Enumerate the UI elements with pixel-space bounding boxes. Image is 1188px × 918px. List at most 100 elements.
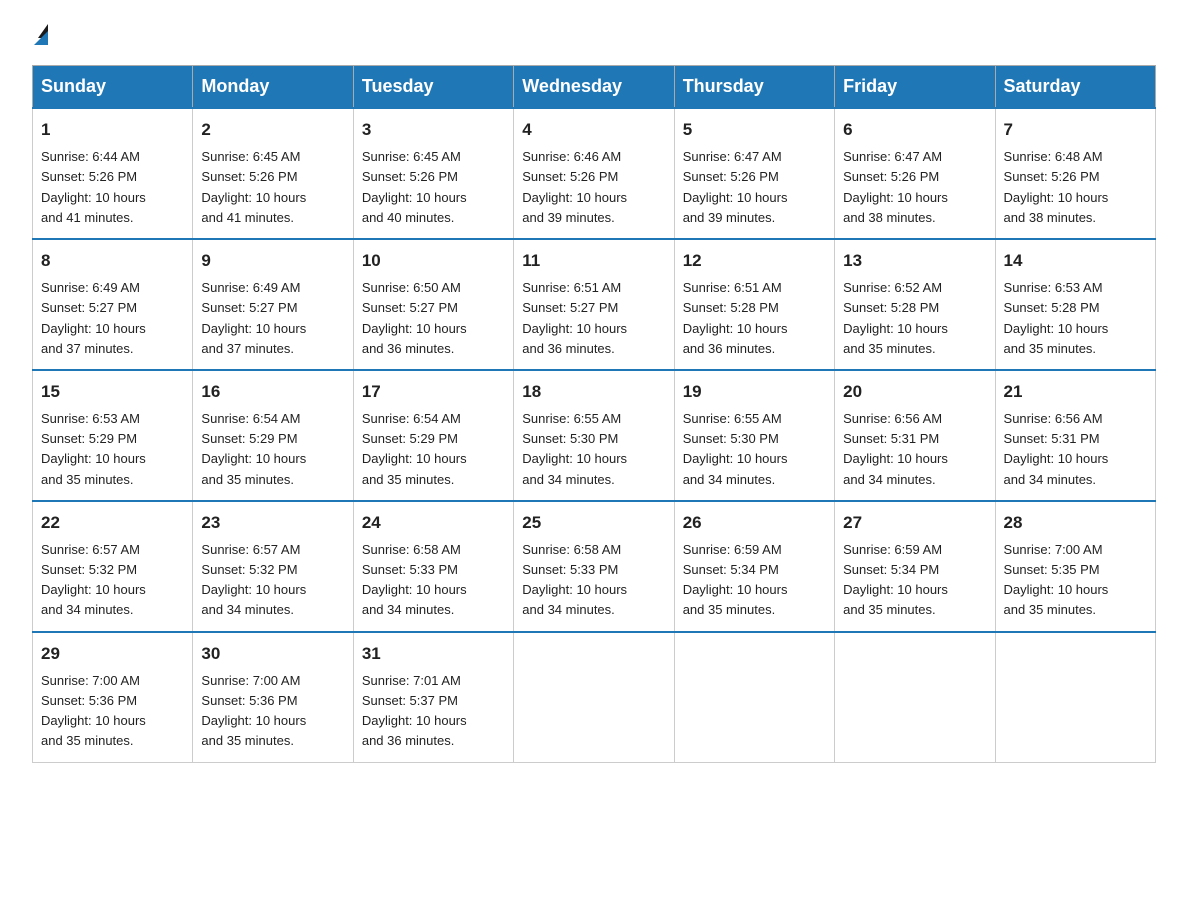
calendar-cell: 12 Sunrise: 6:51 AMSunset: 5:28 PMDayligh… (674, 239, 834, 370)
day-number: 30 (201, 641, 344, 667)
calendar-cell: 24Sunrise: 6:58 AMSunset: 5:33 PMDayligh… (353, 501, 513, 632)
calendar-cell: 31 Sunrise: 7:01 AMSunset: 5:37 PMDayligh… (353, 632, 513, 762)
calendar-header: SundayMondayTuesdayWednesdayThursdayFrid… (33, 66, 1156, 109)
week-row-2: 8 Sunrise: 6:49 AMSunset: 5:27 PMDaylight… (33, 239, 1156, 370)
day-info: Sunrise: 7:00 AMSunset: 5:35 PMDaylight:… (1004, 540, 1147, 621)
calendar-cell: 14 Sunrise: 6:53 AMSunset: 5:28 PMDayligh… (995, 239, 1155, 370)
day-number: 20 (843, 379, 986, 405)
calendar-cell: 28 Sunrise: 7:00 AMSunset: 5:35 PMDayligh… (995, 501, 1155, 632)
calendar-cell: 6 Sunrise: 6:47 AMSunset: 5:26 PMDaylight… (835, 108, 995, 239)
calendar-cell (514, 632, 674, 762)
day-info: Sunrise: 6:49 AMSunset: 5:27 PMDaylight:… (201, 278, 344, 359)
page-header (32, 24, 1156, 45)
calendar-cell: 11Sunrise: 6:51 AMSunset: 5:27 PMDayligh… (514, 239, 674, 370)
day-info: Sunrise: 6:53 AMSunset: 5:29 PMDaylight:… (41, 409, 184, 490)
day-number: 13 (843, 248, 986, 274)
calendar-cell: 2Sunrise: 6:45 AMSunset: 5:26 PMDaylight… (193, 108, 353, 239)
calendar-cell (995, 632, 1155, 762)
calendar-cell: 16 Sunrise: 6:54 AMSunset: 5:29 PMDayligh… (193, 370, 353, 501)
day-number: 15 (41, 379, 184, 405)
header-monday: Monday (193, 66, 353, 109)
day-number: 9 (201, 248, 344, 274)
day-info: Sunrise: 6:49 AMSunset: 5:27 PMDaylight:… (41, 278, 184, 359)
day-number: 7 (1004, 117, 1147, 143)
header-saturday: Saturday (995, 66, 1155, 109)
day-info: Sunrise: 6:58 AMSunset: 5:33 PMDaylight:… (362, 540, 505, 621)
day-info: Sunrise: 6:52 AMSunset: 5:28 PMDaylight:… (843, 278, 986, 359)
calendar-cell: 19 Sunrise: 6:55 AMSunset: 5:30 PMDayligh… (674, 370, 834, 501)
day-info: Sunrise: 6:51 AMSunset: 5:28 PMDaylight:… (683, 278, 826, 359)
day-info: Sunrise: 7:00 AMSunset: 5:36 PMDaylight:… (41, 671, 184, 752)
week-row-4: 22Sunrise: 6:57 AMSunset: 5:32 PMDayligh… (33, 501, 1156, 632)
day-number: 28 (1004, 510, 1147, 536)
calendar-cell: 25 Sunrise: 6:58 AMSunset: 5:33 PMDayligh… (514, 501, 674, 632)
calendar-cell: 18Sunrise: 6:55 AMSunset: 5:30 PMDayligh… (514, 370, 674, 501)
day-info: Sunrise: 6:55 AMSunset: 5:30 PMDaylight:… (683, 409, 826, 490)
day-info: Sunrise: 6:50 AMSunset: 5:27 PMDaylight:… (362, 278, 505, 359)
calendar-cell (674, 632, 834, 762)
calendar-cell: 1 Sunrise: 6:44 AMSunset: 5:26 PMDaylight… (33, 108, 193, 239)
day-info: Sunrise: 6:47 AMSunset: 5:26 PMDaylight:… (843, 147, 986, 228)
calendar-cell: 9 Sunrise: 6:49 AMSunset: 5:27 PMDaylight… (193, 239, 353, 370)
day-number: 19 (683, 379, 826, 405)
day-number: 18 (522, 379, 665, 405)
calendar-cell: 3Sunrise: 6:45 AMSunset: 5:26 PMDaylight… (353, 108, 513, 239)
day-number: 29 (41, 641, 184, 667)
calendar-cell: 17Sunrise: 6:54 AMSunset: 5:29 PMDayligh… (353, 370, 513, 501)
calendar-cell: 21Sunrise: 6:56 AMSunset: 5:31 PMDayligh… (995, 370, 1155, 501)
week-row-5: 29 Sunrise: 7:00 AMSunset: 5:36 PMDayligh… (33, 632, 1156, 762)
day-number: 8 (41, 248, 184, 274)
day-info: Sunrise: 6:45 AMSunset: 5:26 PMDaylight:… (362, 147, 505, 228)
day-number: 2 (201, 117, 344, 143)
day-info: Sunrise: 6:51 AMSunset: 5:27 PMDaylight:… (522, 278, 665, 359)
day-info: Sunrise: 6:47 AMSunset: 5:26 PMDaylight:… (683, 147, 826, 228)
day-info: Sunrise: 6:56 AMSunset: 5:31 PMDaylight:… (1004, 409, 1147, 490)
calendar-cell: 13 Sunrise: 6:52 AMSunset: 5:28 PMDayligh… (835, 239, 995, 370)
day-info: Sunrise: 7:00 AMSunset: 5:36 PMDaylight:… (201, 671, 344, 752)
calendar-cell (835, 632, 995, 762)
header-wednesday: Wednesday (514, 66, 674, 109)
day-number: 25 (522, 510, 665, 536)
calendar-cell: 23 Sunrise: 6:57 AMSunset: 5:32 PMDayligh… (193, 501, 353, 632)
calendar-cell: 10 Sunrise: 6:50 AMSunset: 5:27 PMDayligh… (353, 239, 513, 370)
week-row-1: 1 Sunrise: 6:44 AMSunset: 5:26 PMDaylight… (33, 108, 1156, 239)
calendar-cell: 20 Sunrise: 6:56 AMSunset: 5:31 PMDayligh… (835, 370, 995, 501)
header-row: SundayMondayTuesdayWednesdayThursdayFrid… (33, 66, 1156, 109)
day-number: 31 (362, 641, 505, 667)
header-tuesday: Tuesday (353, 66, 513, 109)
day-number: 27 (843, 510, 986, 536)
day-number: 10 (362, 248, 505, 274)
day-info: Sunrise: 6:53 AMSunset: 5:28 PMDaylight:… (1004, 278, 1147, 359)
calendar-cell: 7 Sunrise: 6:48 AMSunset: 5:26 PMDaylight… (995, 108, 1155, 239)
day-info: Sunrise: 6:44 AMSunset: 5:26 PMDaylight:… (41, 147, 184, 228)
day-info: Sunrise: 6:46 AMSunset: 5:26 PMDaylight:… (522, 147, 665, 228)
day-number: 6 (843, 117, 986, 143)
day-info: Sunrise: 7:01 AMSunset: 5:37 PMDaylight:… (362, 671, 505, 752)
calendar-cell: 4 Sunrise: 6:46 AMSunset: 5:26 PMDaylight… (514, 108, 674, 239)
day-number: 1 (41, 117, 184, 143)
calendar-table: SundayMondayTuesdayWednesdayThursdayFrid… (32, 65, 1156, 763)
header-sunday: Sunday (33, 66, 193, 109)
day-number: 16 (201, 379, 344, 405)
calendar-cell: 29 Sunrise: 7:00 AMSunset: 5:36 PMDayligh… (33, 632, 193, 762)
calendar-body: 1 Sunrise: 6:44 AMSunset: 5:26 PMDaylight… (33, 108, 1156, 762)
day-number: 4 (522, 117, 665, 143)
day-info: Sunrise: 6:56 AMSunset: 5:31 PMDaylight:… (843, 409, 986, 490)
calendar-cell: 15 Sunrise: 6:53 AMSunset: 5:29 PMDayligh… (33, 370, 193, 501)
day-info: Sunrise: 6:48 AMSunset: 5:26 PMDaylight:… (1004, 147, 1147, 228)
day-number: 23 (201, 510, 344, 536)
calendar-cell: 30 Sunrise: 7:00 AMSunset: 5:36 PMDayligh… (193, 632, 353, 762)
header-friday: Friday (835, 66, 995, 109)
calendar-cell: 5Sunrise: 6:47 AMSunset: 5:26 PMDaylight… (674, 108, 834, 239)
day-info: Sunrise: 6:58 AMSunset: 5:33 PMDaylight:… (522, 540, 665, 621)
day-number: 12 (683, 248, 826, 274)
week-row-3: 15 Sunrise: 6:53 AMSunset: 5:29 PMDayligh… (33, 370, 1156, 501)
day-number: 14 (1004, 248, 1147, 274)
calendar-cell: 27Sunrise: 6:59 AMSunset: 5:34 PMDayligh… (835, 501, 995, 632)
day-info: Sunrise: 6:54 AMSunset: 5:29 PMDaylight:… (201, 409, 344, 490)
logo (32, 24, 48, 45)
day-info: Sunrise: 6:59 AMSunset: 5:34 PMDaylight:… (683, 540, 826, 621)
calendar-cell: 22Sunrise: 6:57 AMSunset: 5:32 PMDayligh… (33, 501, 193, 632)
day-info: Sunrise: 6:57 AMSunset: 5:32 PMDaylight:… (201, 540, 344, 621)
day-number: 17 (362, 379, 505, 405)
